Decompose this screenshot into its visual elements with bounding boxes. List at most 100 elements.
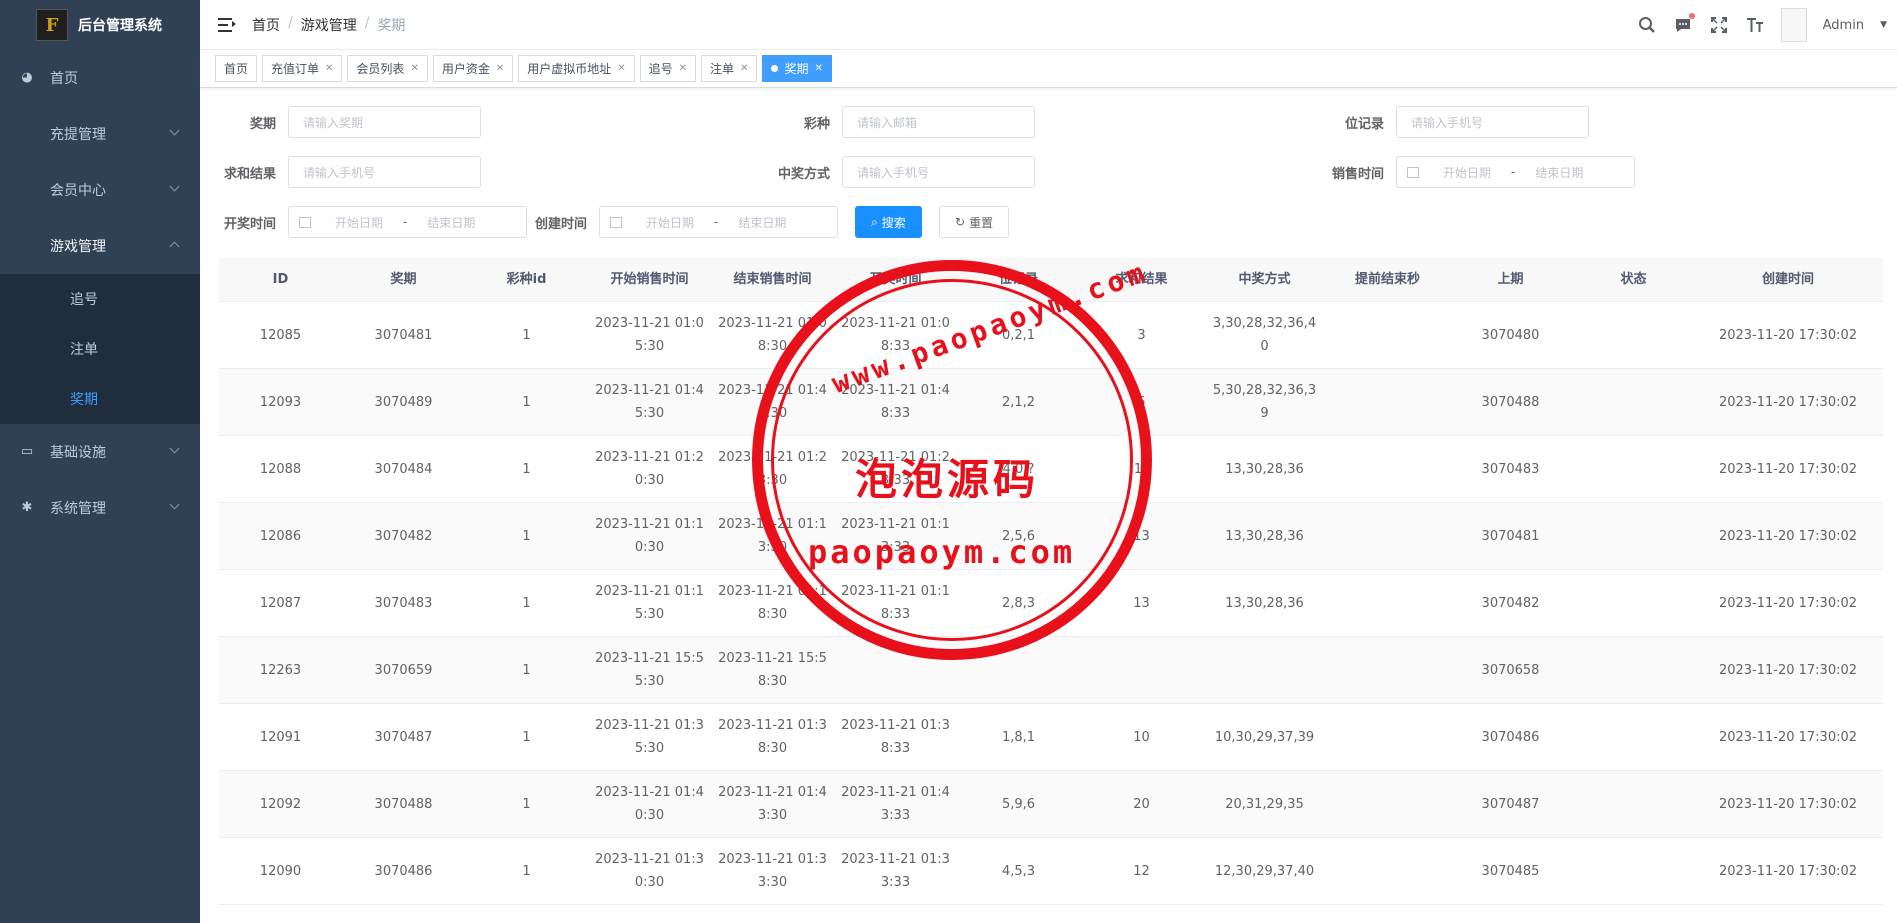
position-input[interactable]: 请输入手机号 — [1396, 106, 1589, 138]
sidebar-item-label: 游戏管理 — [50, 239, 106, 255]
notification-dot — [1688, 13, 1695, 19]
table-cell: 2023-11-21 01:45:30 — [595, 383, 704, 421]
table-cell: 2023-11-21 01:23:33 — [841, 450, 950, 488]
table-cell: 13 — [1133, 528, 1150, 544]
sidebar-item-orders[interactable]: 注单 — [0, 324, 200, 374]
close-icon[interactable]: ✕ — [410, 63, 418, 74]
sale-time-range[interactable]: 开始日期 - 结束日期 — [1396, 156, 1635, 188]
table-cell: 2023-11-20 17:30:02 — [1718, 528, 1858, 544]
table-row[interactable]: 12088 3070484 1 2023-11-21 01:20:30 2023-11-… — [219, 436, 1883, 503]
message-icon[interactable] — [1673, 13, 1695, 35]
close-icon[interactable]: ✕ — [814, 63, 822, 74]
table-cell: 12085 — [259, 327, 302, 343]
table-cell: 2023-11-20 17:30:02 — [1718, 595, 1858, 611]
table-cell: 1? — [1133, 461, 1150, 477]
search-button[interactable]: ⌕ 搜索 — [855, 206, 922, 238]
tag-orders[interactable]: 注单 ✕ — [701, 55, 758, 82]
period-input[interactable]: 请输入奖期 — [288, 106, 481, 138]
column-header: ID — [272, 272, 289, 287]
avatar[interactable] — [1780, 8, 1807, 42]
sidebar-item-system[interactable]: ✱ 系统管理 — [0, 480, 200, 536]
create-time-label: 创建时间 — [534, 216, 587, 232]
tag-user-funds[interactable]: 用户资金 ✕ — [432, 55, 514, 82]
table-cell: 3070659 — [374, 662, 433, 678]
breadcrumb: 首页 / 游戏管理 / 奖期 — [252, 14, 406, 35]
table-cell: 1 — [522, 528, 531, 544]
hamburger-icon[interactable] — [218, 17, 236, 33]
create-time-range[interactable]: 开始日期 - 结束日期 — [599, 206, 838, 238]
sidebar-item-deposit[interactable]: 充提管理 — [0, 106, 200, 162]
sidebar-item-label: 充提管理 — [50, 127, 106, 143]
table-cell: 2023-11-21 01:08:33 — [841, 316, 950, 354]
close-icon[interactable]: ✕ — [740, 63, 748, 74]
table-cell: 3070658 — [1481, 662, 1540, 678]
table-row[interactable]: 12085 3070481 1 2023-11-21 01:05:30 2023-11-… — [219, 302, 1883, 369]
table-cell: 12,30,29,37,40 — [1214, 863, 1315, 879]
table-cell: 3070480 — [1481, 327, 1540, 343]
tag-chase[interactable]: 追号 ✕ — [639, 55, 697, 82]
table-cell: 3070488 — [374, 796, 433, 812]
close-icon[interactable]: ✕ — [679, 63, 687, 74]
table-row[interactable]: 12093 3070489 1 2023-11-21 01:45:30 2023-11-… — [219, 369, 1883, 436]
table-cell: 2023-11-21 01:13:30 — [718, 517, 827, 555]
caret-down-icon[interactable]: ▼ — [1880, 20, 1887, 30]
draw-time-range[interactable]: 开始日期 - 结束日期 — [288, 206, 527, 238]
table-cell: 2023-11-21 01:05:30 — [595, 316, 704, 354]
logo[interactable]: F 后台管理系统 — [0, 0, 200, 50]
close-icon[interactable]: ✕ — [617, 63, 625, 74]
table-cell: 2023-11-21 01:35:30 — [595, 718, 704, 756]
table-cell: 4,5,3 — [1001, 863, 1036, 879]
breadcrumb-home[interactable]: 首页 — [252, 15, 280, 35]
tag-home[interactable]: 首页 — [215, 55, 258, 82]
tag-crypto-address[interactable]: 用户虚拟币地址 ✕ — [518, 55, 635, 82]
sidebar-item-infrastructure[interactable]: ▭ 基础设施 — [0, 424, 200, 480]
column-header: 求和结果 — [1115, 272, 1168, 287]
sum-result-input[interactable]: 请输入手机号 — [288, 156, 481, 188]
fullscreen-icon[interactable] — [1709, 15, 1729, 35]
sidebar-item-periods[interactable]: 奖期 — [0, 374, 200, 424]
font-size-icon[interactable] — [1745, 15, 1765, 35]
table-cell: 1 — [522, 461, 531, 477]
sidebar-item-games[interactable]: 游戏管理 — [0, 218, 200, 274]
table-cell: 2023-11-21 01:48:30 — [718, 383, 827, 421]
tag-periods[interactable]: 奖期 ✕ — [762, 55, 832, 82]
table-cell: 2023-11-20 17:30:02 — [1718, 796, 1858, 812]
table-row[interactable]: 12092 3070488 1 2023-11-21 01:40:30 2023-11-… — [219, 771, 1883, 838]
chevron-down-icon — [169, 181, 180, 192]
user-name[interactable]: Admin — [1823, 18, 1864, 33]
table-row[interactable]: 12263 3070659 1 2023-11-21 15:55:30 2023-11-… — [219, 637, 1883, 704]
reset-button[interactable]: ↻ 重置 — [939, 206, 1010, 238]
sidebar-item-label: 基础设施 — [50, 445, 106, 461]
gear-icon: ✱ — [21, 500, 33, 515]
table-cell: 3070488 — [1481, 394, 1540, 410]
table-cell: 1 — [522, 796, 531, 812]
sidebar-item-members[interactable]: 会员中心 — [0, 162, 200, 218]
table-cell: 3070483 — [374, 595, 433, 611]
sidebar-item-home[interactable]: ◕ 首页 — [0, 50, 200, 106]
table-cell: 3070481 — [1481, 528, 1540, 544]
column-header: 开奖时间 — [869, 272, 922, 287]
table-cell: 3070482 — [1481, 595, 1540, 611]
tag-member-list[interactable]: 会员列表 ✕ — [347, 55, 428, 82]
table-cell: 2023-11-21 01:30:30 — [595, 852, 704, 890]
sale-time-label: 销售时间 — [1331, 166, 1384, 182]
table-cell: 3070486 — [1481, 729, 1540, 745]
sidebar-item-chase[interactable]: 追号 — [0, 274, 200, 324]
table-row[interactable]: 12091 3070487 1 2023-11-21 01:35:30 2023-11-… — [219, 704, 1883, 771]
lottery-input[interactable]: 请输入邮箱 — [842, 106, 1035, 138]
breadcrumb-games[interactable]: 游戏管理 — [301, 15, 357, 35]
tag-recharge-orders[interactable]: 充值订单 ✕ — [262, 55, 343, 82]
close-icon[interactable]: ✕ — [496, 63, 504, 74]
win-method-input[interactable]: 请输入手机号 — [842, 156, 1035, 188]
table-row[interactable]: 12087 3070483 1 2023-11-21 01:15:30 2023-11-… — [219, 570, 1883, 637]
table-cell: 2023-11-21 01:38:33 — [841, 718, 950, 756]
calendar-icon — [299, 216, 311, 228]
close-icon[interactable]: ✕ — [325, 63, 333, 74]
table-header: ID 奖期 彩种id 开始销售时间 结束销售时间 开奖时间 位记录 求和结果 中奖方式 提前结束秒… — [219, 258, 1883, 302]
search-icon[interactable] — [1637, 15, 1657, 35]
table-cell: 5,30,28,32,36,39 — [1212, 383, 1317, 421]
table-row[interactable]: 12090 3070486 1 2023-11-21 01:30:30 2023-11-… — [219, 838, 1883, 905]
table-row[interactable]: 12086 3070482 1 2023-11-21 01:10:30 2023-11-… — [219, 503, 1883, 570]
table-cell: 12093 — [259, 394, 302, 410]
table-cell: 2023-11-21 15:55:30 — [595, 651, 704, 689]
